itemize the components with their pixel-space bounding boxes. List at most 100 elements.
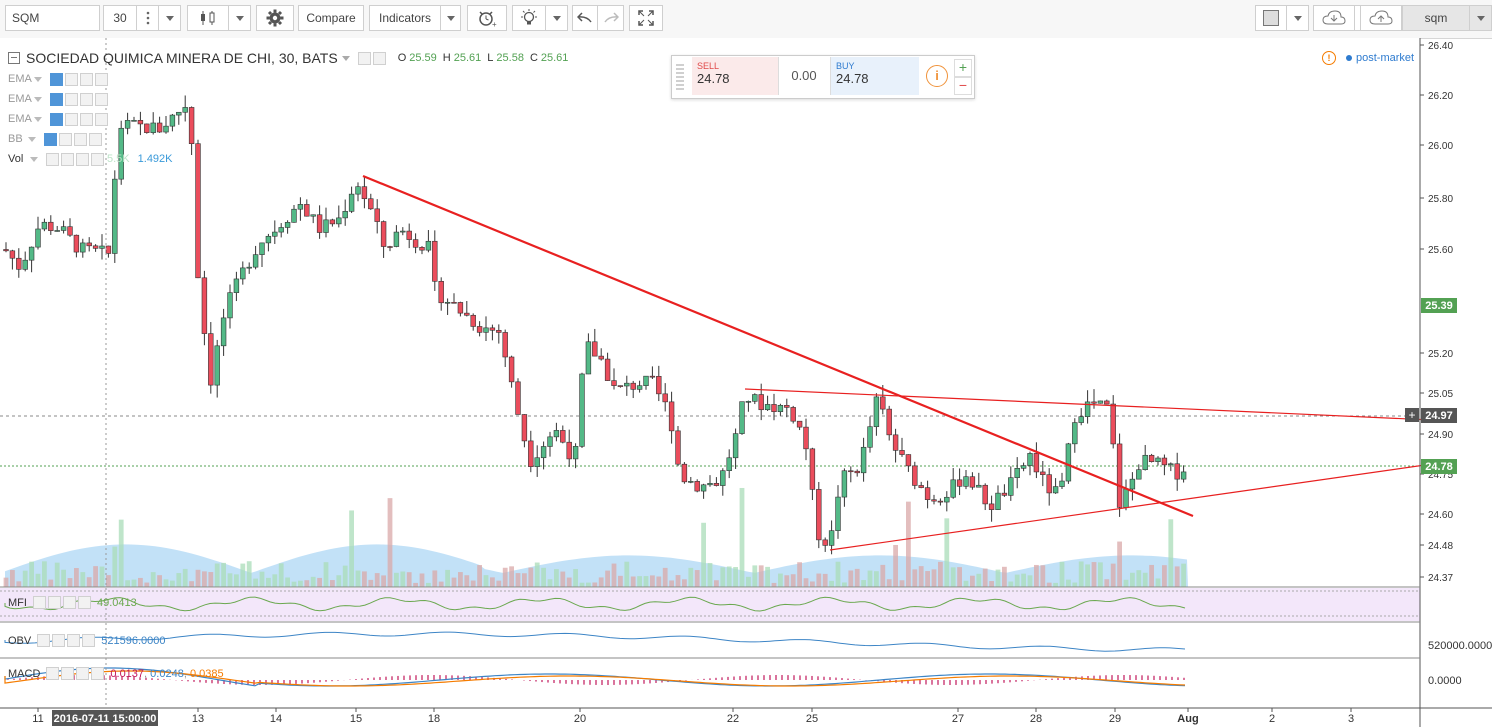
- compare-button[interactable]: Compare: [298, 5, 364, 31]
- add-icon[interactable]: [67, 634, 81, 647]
- candle-body: [3, 249, 9, 252]
- close-icon[interactable]: [91, 667, 105, 680]
- volume-bar: [387, 498, 393, 587]
- minus-button[interactable]: −: [954, 77, 972, 95]
- eye-icon[interactable]: [50, 72, 63, 86]
- indicator-row-bb[interactable]: BB: [8, 131, 102, 147]
- close-icon[interactable]: [77, 596, 91, 609]
- settings-icon[interactable]: [65, 92, 78, 106]
- chart-style-dropdown-icon[interactable]: [229, 5, 251, 31]
- indicator-row-vol[interactable]: Vol 5.5K 1.492K: [8, 151, 173, 167]
- volume-bar: [1027, 575, 1033, 587]
- undo-icon: [577, 12, 592, 23]
- price-tag-last: 24.78: [1421, 459, 1457, 474]
- candle-body: [457, 302, 464, 314]
- chart-name-field[interactable]: sqm: [1402, 5, 1470, 31]
- settings-icon[interactable]: [47, 596, 61, 609]
- alert-button[interactable]: +: [467, 5, 507, 31]
- ideas-button[interactable]: [512, 5, 546, 31]
- add-icon[interactable]: [62, 596, 76, 609]
- add-icon[interactable]: [80, 92, 93, 106]
- legend-settings-icon[interactable]: [357, 51, 371, 65]
- time-tick-label: 13: [192, 713, 204, 725]
- volume-bar: [1181, 563, 1186, 587]
- settings-button[interactable]: [256, 5, 294, 31]
- eye-icon[interactable]: [32, 596, 46, 609]
- indicator-row-ema-2[interactable]: EMA: [8, 91, 108, 107]
- close-icon[interactable]: [95, 112, 108, 126]
- interval-dropdown-icon[interactable]: [159, 5, 181, 31]
- ideas-dropdown-icon[interactable]: [546, 5, 568, 31]
- market-status[interactable]: ! post-market: [1322, 51, 1414, 65]
- volume-bar: [1110, 563, 1116, 587]
- volume-bar: [419, 573, 425, 587]
- candle-body: [598, 355, 604, 360]
- volume-bar: [515, 573, 521, 587]
- close-icon[interactable]: [95, 92, 108, 106]
- buy-button[interactable]: BUY 24.78: [830, 57, 919, 95]
- close-icon[interactable]: [89, 132, 102, 146]
- add-icon[interactable]: [80, 72, 93, 86]
- interval-more-icon[interactable]: [137, 5, 159, 31]
- undo-button[interactable]: [572, 5, 598, 31]
- eye-icon[interactable]: [44, 132, 57, 146]
- symbol-search-input[interactable]: SQM: [5, 5, 100, 31]
- chart-area[interactable]: 26.40 26.20 26.00 25.80 25.60 25.20 25.05 24.90…: [0, 38, 1492, 727]
- candle-body: [496, 329, 502, 333]
- add-price-line-icon[interactable]: +: [1405, 408, 1419, 422]
- load-chart-button[interactable]: [1313, 5, 1355, 31]
- info-icon[interactable]: i: [926, 65, 948, 87]
- eye-icon[interactable]: [46, 152, 59, 166]
- candle-body: [713, 483, 720, 486]
- collapse-legend-icon[interactable]: [8, 52, 20, 64]
- settings-icon[interactable]: [61, 152, 74, 166]
- eye-icon[interactable]: [50, 112, 63, 126]
- interval-select[interactable]: 30: [103, 5, 137, 31]
- eye-icon[interactable]: [37, 634, 51, 647]
- volume-bar: [829, 580, 834, 587]
- close-icon[interactable]: [91, 152, 104, 166]
- settings-icon[interactable]: [61, 667, 75, 680]
- candle-body: [169, 114, 176, 127]
- add-icon[interactable]: [76, 667, 90, 680]
- close-icon[interactable]: [82, 634, 96, 647]
- volume-bar: [771, 582, 777, 587]
- settings-icon[interactable]: [65, 72, 78, 86]
- fullscreen-button[interactable]: [629, 5, 663, 31]
- indicator-row-ema-3[interactable]: EMA: [8, 111, 108, 127]
- drag-handle-icon[interactable]: [676, 64, 684, 90]
- close-icon[interactable]: [95, 72, 108, 86]
- legend-remove-icon[interactable]: [372, 51, 386, 65]
- chart-name-dropdown-icon[interactable]: [1470, 5, 1492, 31]
- add-icon[interactable]: [80, 112, 93, 126]
- candle-body: [854, 470, 860, 474]
- candle-body: [899, 450, 905, 455]
- candle-body: [412, 239, 419, 248]
- layout-button[interactable]: [1255, 5, 1287, 31]
- chart-style-button[interactable]: [187, 5, 229, 31]
- eye-icon[interactable]: [50, 92, 63, 106]
- eye-icon[interactable]: [46, 667, 60, 680]
- redo-button[interactable]: [598, 5, 624, 31]
- info-icon[interactable]: !: [1322, 51, 1336, 65]
- settings-icon[interactable]: [59, 132, 72, 146]
- save-chart-button[interactable]: [1360, 5, 1402, 31]
- sell-button[interactable]: SELL 24.78: [692, 57, 779, 95]
- add-icon[interactable]: [74, 132, 87, 146]
- legend-dropdown-icon[interactable]: [341, 52, 350, 64]
- volume-bar: [810, 581, 815, 587]
- settings-icon[interactable]: [65, 112, 78, 126]
- volume-bar: [906, 501, 911, 587]
- candle-body: [784, 405, 790, 408]
- volume-bar: [35, 573, 41, 587]
- indicator-row-ema-1[interactable]: EMA: [8, 71, 108, 87]
- indicator-name: EMA: [8, 113, 32, 125]
- plus-button[interactable]: +: [954, 59, 972, 77]
- settings-icon[interactable]: [52, 634, 66, 647]
- indicators-dropdown-icon[interactable]: [441, 5, 461, 31]
- volume-bar: [362, 571, 367, 587]
- indicators-button[interactable]: Indicators: [369, 5, 441, 31]
- candle-body: [790, 407, 796, 422]
- layout-dropdown-icon[interactable]: [1287, 5, 1309, 31]
- add-icon[interactable]: [76, 152, 89, 166]
